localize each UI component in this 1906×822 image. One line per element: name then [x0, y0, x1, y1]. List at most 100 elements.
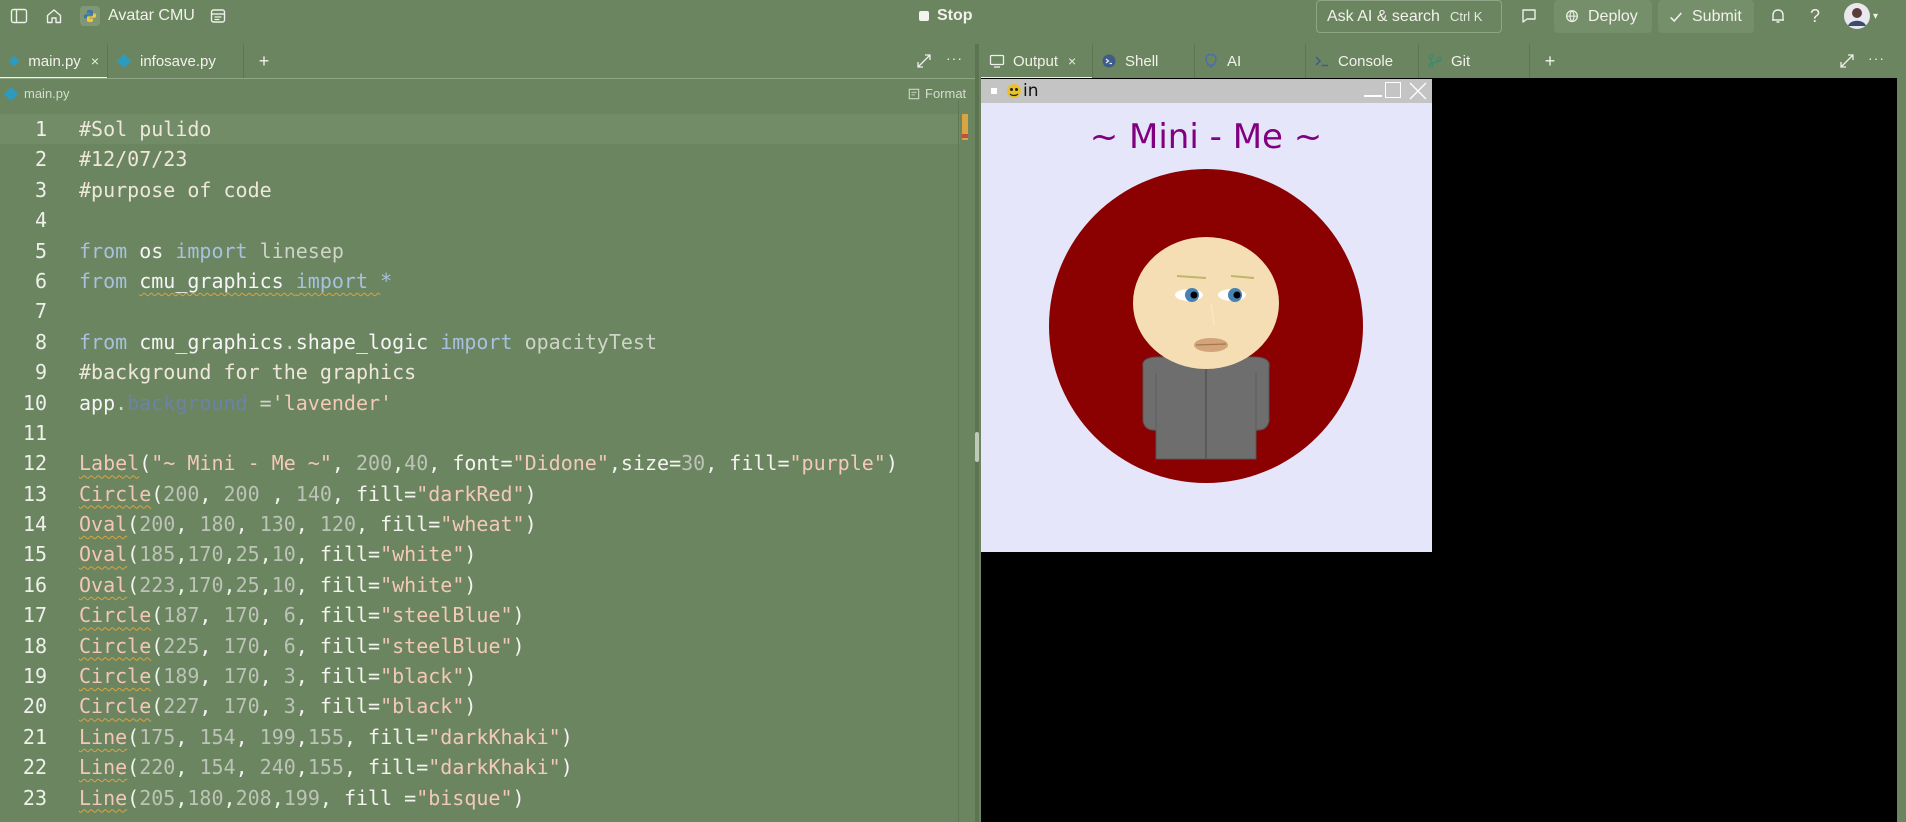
code-token: = — [259, 390, 272, 415]
repl-title[interactable]: Avatar CMU — [80, 3, 195, 29]
panel-tabs: Output × Shell AI Console Git + — [981, 44, 1570, 79]
code-token: , fill= — [356, 512, 441, 537]
code-line[interactable]: 19 Circle(189, 170, 3, fill="black") — [0, 661, 960, 691]
code-token: "bisque" — [416, 785, 513, 810]
code-text: Circle(187, 170, 6, fill="steelBlue") — [79, 600, 525, 630]
code-line[interactable]: 17 Circle(187, 170, 6, fill="steelBlue") — [0, 600, 960, 630]
code-text: Label("~ Mini - Me ~", 200,40, font="Did… — [79, 448, 898, 478]
ask-ai-search[interactable]: Ask AI & search Ctrl K — [1316, 0, 1502, 33]
line-number: 10 — [22, 390, 47, 415]
maximize-icon[interactable] — [1385, 82, 1401, 98]
expand-icon[interactable] — [911, 48, 937, 74]
code-token: from — [79, 238, 140, 263]
code-token: , fill= — [343, 724, 429, 749]
repl-info-icon[interactable] — [205, 3, 231, 29]
code-line[interactable]: 4 — [0, 205, 960, 235]
minimize-icon[interactable] — [1364, 95, 1382, 97]
close-icon[interactable]: × — [91, 53, 99, 69]
code-token: , — [175, 542, 188, 567]
submit-button[interactable]: Submit — [1658, 0, 1754, 33]
code-token: , fill= — [295, 542, 381, 567]
code-token: ( — [127, 542, 140, 567]
code-token: 140 — [295, 481, 332, 506]
tab-main-py[interactable]: main.py × — [0, 44, 107, 79]
cmu-graphics-window[interactable]: in ~ Mini - Me ~ — [981, 79, 1432, 552]
code-text: from cmu_graphics.shape_logic import opa… — [79, 327, 657, 357]
code-line[interactable]: 13 Circle(200, 200 , 140, fill="darkRed") — [0, 479, 960, 509]
code-line[interactable]: 22 Line(220, 154, 240,155, fill="darkKhak… — [0, 752, 960, 782]
code-token: 170 — [187, 572, 224, 597]
more-options-icon[interactable]: ··· — [946, 50, 963, 66]
code-line[interactable]: 3 #purpose of code — [0, 175, 960, 205]
code-line[interactable]: 15 Oval(185,170,25,10, fill="white") — [0, 539, 960, 569]
code-token: ) — [560, 755, 573, 780]
add-tab-button[interactable]: + — [244, 44, 284, 78]
code-token: 227 — [163, 694, 200, 719]
resize-handle[interactable] — [975, 432, 979, 462]
code-token: Oval — [79, 542, 128, 567]
stop-button[interactable]: Stop — [919, 4, 973, 28]
pane-divider[interactable] — [975, 44, 979, 822]
code-token: , — [199, 603, 224, 628]
close-window-icon[interactable] — [1408, 81, 1428, 101]
tab-console[interactable]: Console — [1306, 44, 1418, 78]
code-line[interactable]: 16 Oval(223,170,25,10, fill="white") — [0, 570, 960, 600]
code-line[interactable]: 7 — [0, 296, 960, 326]
bell-icon[interactable] — [1765, 3, 1791, 29]
code-text: from cmu_graphics import * — [79, 266, 392, 296]
avatar[interactable]: ▾ — [1843, 2, 1878, 30]
code-token: , — [223, 572, 236, 597]
tab-shell[interactable]: Shell — [1093, 44, 1194, 78]
code-line[interactable]: 23 Line(205,180,208,199, fill ="bisque") — [0, 783, 960, 813]
code-line[interactable]: 20 Circle(227, 170, 3, fill="black") — [0, 691, 960, 721]
code-line[interactable]: 8 from cmu_graphics.shape_logic import op… — [0, 327, 960, 357]
format-button[interactable]: Format — [908, 86, 966, 101]
code-line[interactable]: 10 app.background ='lavender' — [0, 388, 960, 418]
help-icon[interactable]: ? — [1802, 3, 1828, 29]
code-line[interactable]: 11 — [0, 418, 960, 448]
line-number: 1 — [34, 117, 47, 141]
home-icon[interactable] — [41, 3, 67, 29]
code-line[interactable]: 5 from os import linesep — [0, 236, 960, 266]
code-token: , fill = — [319, 785, 417, 810]
code-token: 170 — [187, 542, 224, 567]
breadcrumb-file[interactable]: main.py — [24, 86, 70, 101]
stop-label: Stop — [937, 7, 973, 24]
deploy-label: Deploy — [1588, 7, 1638, 25]
deploy-button[interactable]: Deploy — [1554, 0, 1652, 33]
deploy-icon — [1564, 9, 1580, 25]
code-token: #12/07/23 — [79, 147, 188, 172]
code-token: ) — [885, 451, 898, 476]
tab-git[interactable]: Git — [1419, 44, 1529, 78]
code-line[interactable]: 18 Circle(225, 170, 6, fill="steelBlue") — [0, 631, 960, 661]
code-token: 223 — [139, 572, 176, 597]
code-lines[interactable]: 1 #Sol pulido 2 #12/07/23 3 #purpose of code 4… — [0, 114, 960, 813]
tab-infosave-py[interactable]: infosave.py — [108, 44, 243, 78]
code-line[interactable]: 9 #background for the graphics — [0, 357, 960, 387]
code-token: 199 — [283, 785, 320, 810]
line-number: 8 — [34, 329, 47, 354]
tab-output[interactable]: Output × — [981, 44, 1092, 79]
code-line[interactable]: 12 Label("~ Mini - Me ~", 200,40, font="D… — [0, 448, 960, 478]
sidebar-toggle-icon[interactable] — [6, 3, 32, 29]
graphics-canvas[interactable]: ~ Mini - Me ~ — [981, 103, 1432, 552]
code-token: "black" — [380, 664, 465, 689]
close-icon[interactable]: × — [1068, 53, 1076, 69]
window-menu-icon[interactable] — [991, 88, 997, 94]
code-token: linesep — [259, 238, 344, 263]
code-text: Line(205,180,208,199, fill ="bisque") — [79, 783, 525, 813]
code-line[interactable]: 2 #12/07/23 — [0, 144, 960, 174]
tab-ai[interactable]: AI — [1195, 44, 1305, 78]
comments-icon[interactable] — [1516, 3, 1542, 29]
panel-more-options-icon[interactable]: ··· — [1868, 50, 1885, 66]
code-token: 170 — [223, 694, 260, 719]
code-text: #background for the graphics — [79, 357, 416, 387]
code-token: Oval — [79, 512, 128, 537]
code-line[interactable]: 14 Oval(200, 180, 130, 120, fill="wheat") — [0, 509, 960, 539]
add-panel-tab-button[interactable]: + — [1530, 44, 1570, 78]
window-titlebar[interactable]: in — [981, 79, 1432, 103]
expand-panel-icon[interactable] — [1834, 48, 1860, 74]
code-line[interactable]: 6 from cmu_graphics import * — [0, 266, 960, 296]
code-line[interactable]: 1 #Sol pulido — [0, 114, 960, 145]
code-line[interactable]: 21 Line(175, 154, 199,155, fill="darkKhak… — [0, 722, 960, 752]
